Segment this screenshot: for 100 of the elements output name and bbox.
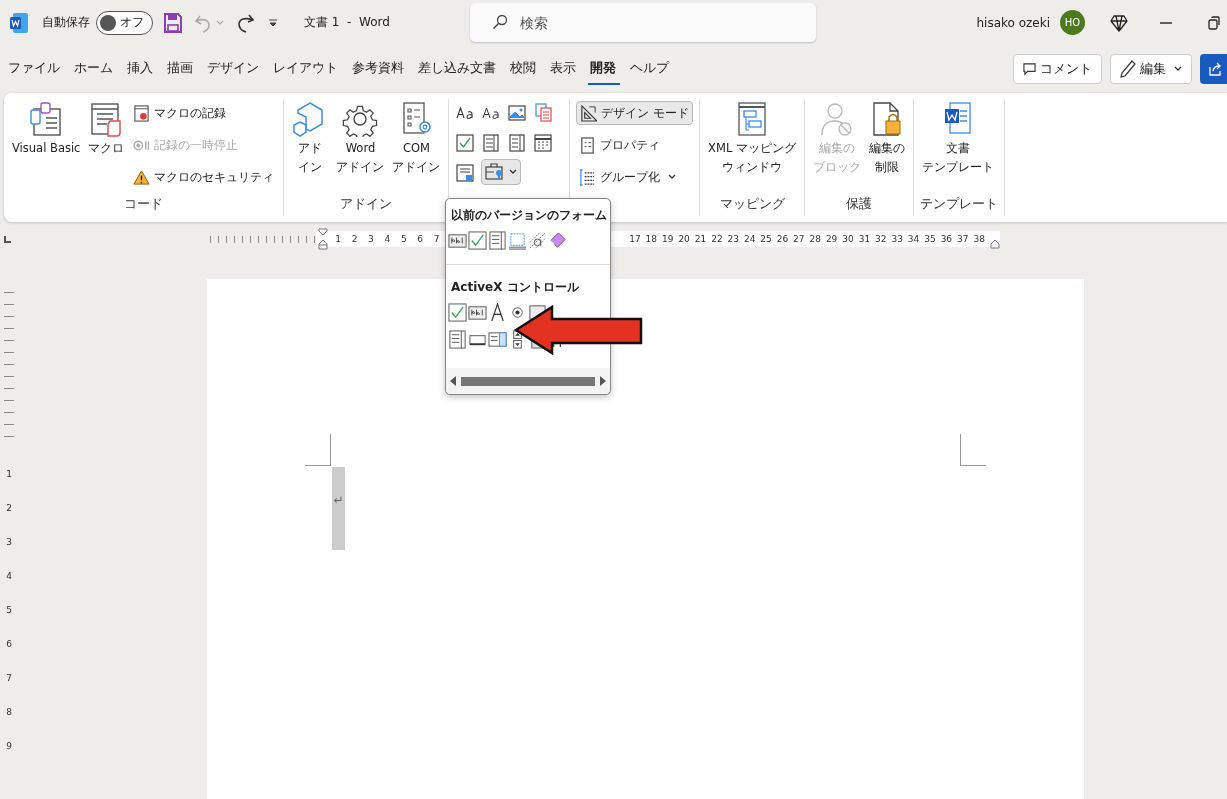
save-icon[interactable] [164, 12, 182, 33]
customize-caret-icon[interactable] [268, 17, 278, 28]
checkbox-icon[interactable] [468, 231, 487, 250]
ruler-number: 7 [6, 672, 12, 685]
ruler-number: 5 [6, 604, 12, 617]
group-button[interactable]: グループ化 [576, 165, 694, 189]
margin-corner-mark [305, 434, 331, 466]
menu-heading: 以前のバージョンのフォーム [450, 207, 607, 223]
scroll-right-icon[interactable] [600, 376, 606, 386]
ribbon-tab[interactable]: 描画 [165, 53, 197, 85]
paragraph-mark: ↵ [333, 493, 344, 509]
ruler-number: 33 [890, 234, 904, 244]
ruler-number: 7 [432, 234, 441, 244]
building-block-icon[interactable] [533, 103, 554, 123]
ruler-number: 20 [677, 234, 691, 244]
tab-selector-icon[interactable] [4, 235, 11, 243]
text-field-icon[interactable] [448, 231, 467, 250]
group-label: コード [123, 196, 165, 213]
toolbox-icon [485, 163, 506, 181]
ruler-number: 27 [792, 234, 806, 244]
macro-security-button[interactable]: マクロのセキュリティ [130, 165, 278, 189]
label-icon[interactable] [488, 303, 507, 322]
caret-icon [1174, 66, 1182, 72]
ribbon-tab[interactable]: 参考資料 [350, 53, 408, 85]
checkbox-icon[interactable] [455, 133, 476, 153]
addins-button[interactable]: アド イン [290, 99, 331, 196]
design-mode-button[interactable]: デザイン モード [576, 101, 694, 125]
visual-basic-button[interactable]: Visual Basic [10, 99, 83, 196]
combo-box-icon[interactable] [488, 330, 507, 349]
ribbon-tab[interactable]: ホーム [72, 53, 117, 85]
pencil-icon [1120, 60, 1136, 78]
right-indent-marker-icon[interactable] [990, 239, 1000, 249]
ruler-number: 26 [775, 234, 790, 244]
document-template-button[interactable]: 文書 テンプレート [919, 99, 996, 196]
ruler-number: 2 [6, 502, 12, 515]
legacy-tools-button[interactable] [481, 159, 522, 185]
record-macro-button[interactable]: マクロの記録 [130, 101, 278, 125]
restore-icon[interactable] [1208, 15, 1220, 30]
ruler-number: 8 [6, 706, 12, 719]
properties-button[interactable]: プロパティ [576, 133, 694, 157]
ribbon-tab[interactable]: デザイン [205, 53, 263, 85]
share-button[interactable] [1200, 54, 1227, 84]
ruler-number: 37 [956, 234, 970, 244]
repeating-section-icon[interactable] [455, 163, 476, 183]
ruler-number: 25 [759, 234, 773, 244]
horizontal-scrollbar[interactable] [446, 368, 610, 394]
ruler-number: 3 [6, 536, 12, 549]
ruler-number: 17 [628, 234, 642, 244]
ruler-number: 28 [808, 234, 822, 244]
group-label: アドイン [339, 196, 394, 213]
combo-box-icon[interactable] [481, 133, 502, 153]
share-icon [1208, 62, 1222, 76]
warning-icon [133, 168, 151, 186]
ribbon-tab[interactable]: ファイル [6, 53, 64, 85]
scrollbar-thumb[interactable] [461, 376, 595, 386]
search-field[interactable]: 検索 [469, 3, 816, 42]
ruler-number: 1 [334, 234, 343, 244]
ribbon-tab[interactable]: 差し込み文書 [416, 53, 500, 85]
calendar-icon[interactable] [533, 133, 554, 153]
ruler-number: 34 [906, 234, 921, 244]
ribbon-tab[interactable]: 表示 [548, 53, 580, 85]
text-field-icon[interactable] [468, 303, 487, 322]
ruler-number: 36 [939, 234, 954, 244]
list-box-icon[interactable] [448, 330, 467, 349]
ruler-number: 23 [726, 234, 740, 244]
search-icon [491, 14, 508, 30]
com-addins-button[interactable]: COM アドイン [390, 99, 443, 196]
ribbon-tab[interactable]: 挿入 [125, 53, 157, 85]
ruler-number: 29 [824, 234, 839, 244]
macros-button[interactable]: マクロ [86, 99, 127, 196]
list-box-icon[interactable] [488, 231, 507, 250]
ruler-number: 24 [742, 234, 757, 244]
xml-mapping-pane-button[interactable]: XML マッピング ウィンドウ [706, 99, 798, 196]
person-blocked-icon [818, 101, 855, 137]
indent-marker-icon[interactable] [318, 228, 328, 250]
checkbox-icon[interactable] [448, 303, 467, 322]
minimize-icon[interactable] [1160, 21, 1172, 24]
scroll-left-icon[interactable] [450, 376, 456, 386]
ribbon-tab[interactable]: ヘルプ [628, 53, 673, 85]
ribbon-tab[interactable]: 開発 [588, 53, 620, 85]
field-shading-icon[interactable] [528, 231, 547, 250]
word-logo-icon [10, 12, 28, 33]
restrict-editing-button[interactable]: 編集の 制限 [866, 99, 907, 196]
comment-button[interactable]: コメント [1013, 54, 1102, 84]
diamond-icon[interactable] [1110, 13, 1128, 32]
ruler-number: 30 [841, 234, 855, 244]
autosave-toggle[interactable]: オフ [96, 10, 153, 35]
word-addins-button[interactable]: Word アドイン [334, 99, 387, 196]
picture-icon[interactable] [507, 103, 528, 123]
ribbon-tab[interactable]: 校閲 [508, 53, 540, 85]
redo-icon[interactable] [236, 12, 256, 33]
user-avatar[interactable]: HO [1060, 10, 1085, 35]
ruler-number: 22 [710, 234, 724, 244]
dropdown-list-icon[interactable] [507, 133, 528, 153]
edit-button[interactable]: 編集 [1110, 54, 1192, 84]
ruler-number: 6 [416, 234, 424, 244]
frame-icon[interactable] [508, 231, 527, 250]
speech-bubble-icon [1023, 62, 1036, 76]
ribbon-tab[interactable]: レイアウト [271, 53, 342, 85]
menu-heading: ActiveX コントロール [450, 279, 579, 295]
